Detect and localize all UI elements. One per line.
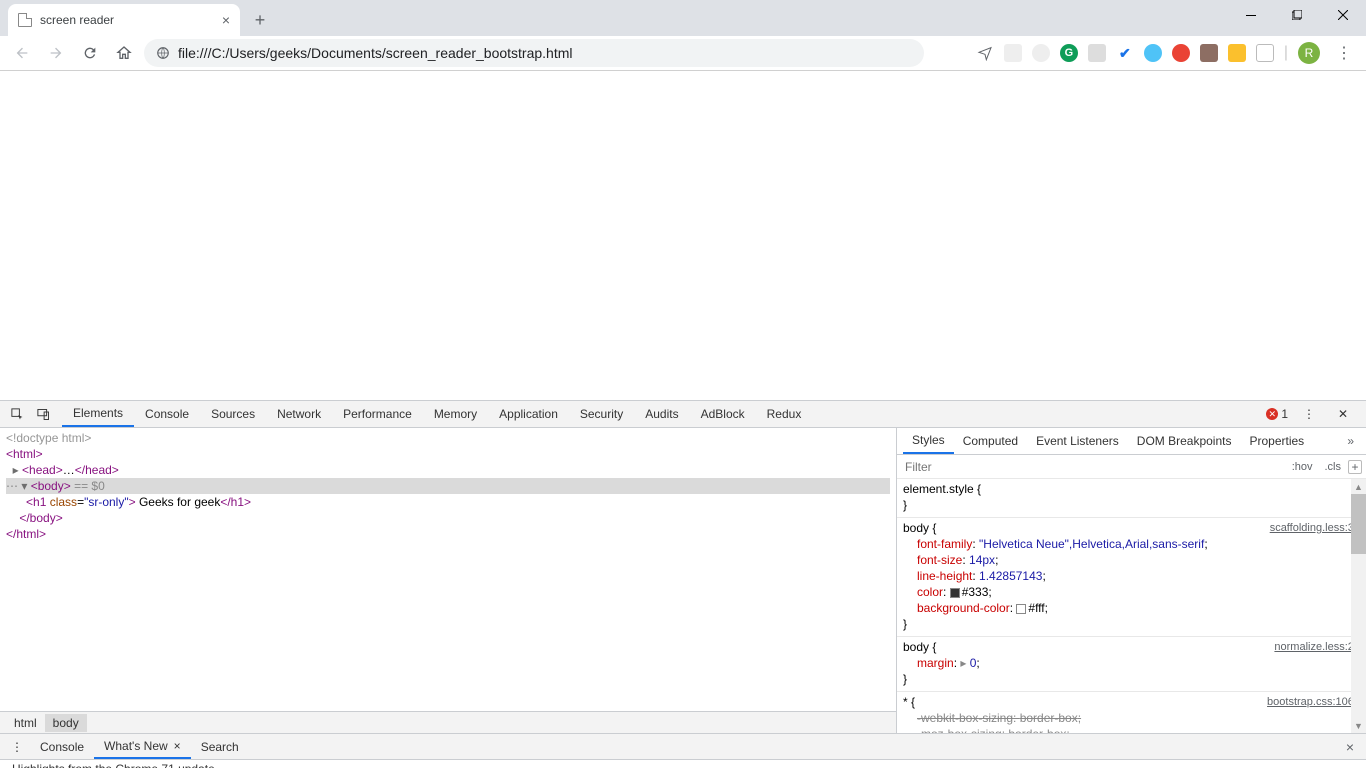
devtools-tabs: Elements Console Sources Network Perform… (62, 401, 812, 427)
devtools-tab-elements[interactable]: Elements (62, 401, 134, 427)
ext-icon[interactable] (1228, 44, 1246, 62)
sidebar-tab-computed[interactable]: Computed (954, 428, 1027, 454)
drawer-tab-search[interactable]: Search (191, 734, 249, 759)
ext-icon[interactable] (976, 44, 994, 62)
devtools-tab-application[interactable]: Application (488, 401, 569, 427)
url-text: file:///C:/Users/geeks/Documents/screen_… (178, 45, 573, 61)
source-link[interactable]: scaffolding.less:32 (1270, 520, 1360, 536)
devtools-tab-adblock[interactable]: AdBlock (690, 401, 756, 427)
window-controls (1228, 0, 1366, 30)
devtools-main: <!doctype html> <html> ▸ <head>…</head> … (0, 428, 1366, 733)
devtools: Elements Console Sources Network Perform… (0, 400, 1366, 768)
drawer-tab-console[interactable]: Console (30, 734, 94, 759)
home-button[interactable] (110, 39, 138, 67)
sidebar-tab-properties[interactable]: Properties (1240, 428, 1313, 454)
dom-breadcrumb: html body (0, 711, 896, 733)
close-icon[interactable]: × (174, 739, 181, 753)
devtools-close-button[interactable]: ✕ (1330, 401, 1356, 427)
ext-icon[interactable] (1172, 44, 1190, 62)
devtools-settings-button[interactable]: ⋮ (1296, 401, 1322, 427)
sidebar-tab-eventlisteners[interactable]: Event Listeners (1027, 428, 1128, 454)
devtools-tab-performance[interactable]: Performance (332, 401, 423, 427)
console-drawer: ⋮ Console What's New× Search × Highlight… (0, 733, 1366, 768)
browser-tab[interactable]: screen reader × (8, 4, 240, 36)
styles-rules[interactable]: element.style { } scaffolding.less:32 bo… (897, 479, 1366, 733)
breadcrumb-item[interactable]: body (45, 714, 87, 732)
styles-sidebar: Styles Computed Event Listeners DOM Brea… (896, 428, 1366, 733)
dom-tree[interactable]: <!doctype html> <html> ▸ <head>…</head> … (0, 428, 896, 711)
drawer-tab-whatsnew[interactable]: What's New× (94, 734, 191, 759)
page-viewport (0, 71, 1366, 400)
styles-filter-row: :hov .cls + (897, 455, 1366, 479)
ext-icon[interactable] (1032, 44, 1050, 62)
forward-button[interactable] (42, 39, 70, 67)
error-count[interactable]: ✕1 (1266, 407, 1288, 421)
hov-toggle[interactable]: :hov (1287, 460, 1318, 474)
ext-icon[interactable] (1004, 44, 1022, 62)
tab-close-button[interactable]: × (222, 12, 230, 28)
globe-icon (156, 46, 170, 60)
source-link[interactable]: bootstrap.css:1062 (1267, 694, 1360, 710)
ext-icon[interactable] (1088, 44, 1106, 62)
drawer-body: Highlights from the Chrome 71 update (0, 760, 1366, 768)
elements-panel: <!doctype html> <html> ▸ <head>…</head> … (0, 428, 896, 733)
drawer-close-button[interactable]: × (1338, 739, 1362, 755)
maximize-button[interactable] (1274, 0, 1320, 30)
devtools-tab-sources[interactable]: Sources (200, 401, 266, 427)
inspect-element-button[interactable] (4, 401, 30, 427)
new-tab-button[interactable]: + (246, 6, 274, 34)
sidebar-tabs: Styles Computed Event Listeners DOM Brea… (897, 428, 1366, 455)
cls-toggle[interactable]: .cls (1320, 460, 1347, 474)
tab-strip: screen reader × + (0, 0, 1366, 36)
drawer-menu-button[interactable]: ⋮ (4, 734, 30, 760)
toolbar: file:///C:/Users/geeks/Documents/screen_… (0, 36, 1366, 71)
sidebar-more-button[interactable]: » (1341, 434, 1360, 448)
ext-icon[interactable]: G (1060, 44, 1078, 62)
styles-filter-input[interactable] (897, 460, 1287, 474)
new-style-rule-button[interactable]: + (1348, 460, 1362, 474)
breadcrumb-item[interactable]: html (6, 714, 45, 732)
ext-icon[interactable] (1256, 44, 1274, 62)
profile-avatar[interactable]: R (1298, 42, 1320, 64)
browser-menu-button[interactable]: ⋮ (1330, 43, 1358, 63)
source-link[interactable]: normalize.less:20 (1274, 639, 1360, 655)
address-bar[interactable]: file:///C:/Users/geeks/Documents/screen_… (144, 39, 924, 67)
browser-chrome: screen reader × + file:///C:/Users/geeks… (0, 0, 1366, 71)
ext-icon[interactable]: ✔ (1116, 44, 1134, 62)
ext-icon[interactable] (1144, 44, 1162, 62)
drawer-tabs: ⋮ Console What's New× Search × (0, 734, 1366, 760)
devtools-tab-console[interactable]: Console (134, 401, 200, 427)
close-window-button[interactable] (1320, 0, 1366, 30)
file-icon (18, 13, 32, 27)
ext-icon[interactable] (1200, 44, 1218, 62)
device-toolbar-button[interactable] (30, 401, 56, 427)
reload-button[interactable] (76, 39, 104, 67)
styles-scrollbar[interactable]: ▲ ▼ (1351, 479, 1366, 733)
back-button[interactable] (8, 39, 36, 67)
devtools-tab-security[interactable]: Security (569, 401, 634, 427)
minimize-button[interactable] (1228, 0, 1274, 30)
devtools-tab-redux[interactable]: Redux (756, 401, 813, 427)
devtools-tab-memory[interactable]: Memory (423, 401, 488, 427)
devtools-tab-network[interactable]: Network (266, 401, 332, 427)
sidebar-tab-dombreakpoints[interactable]: DOM Breakpoints (1128, 428, 1241, 454)
devtools-tab-audits[interactable]: Audits (634, 401, 689, 427)
extension-icons: G ✔ | R ⋮ (976, 42, 1358, 64)
sidebar-tab-styles[interactable]: Styles (903, 428, 954, 454)
devtools-tabstrip: Elements Console Sources Network Perform… (0, 401, 1366, 428)
tab-title: screen reader (40, 13, 114, 27)
